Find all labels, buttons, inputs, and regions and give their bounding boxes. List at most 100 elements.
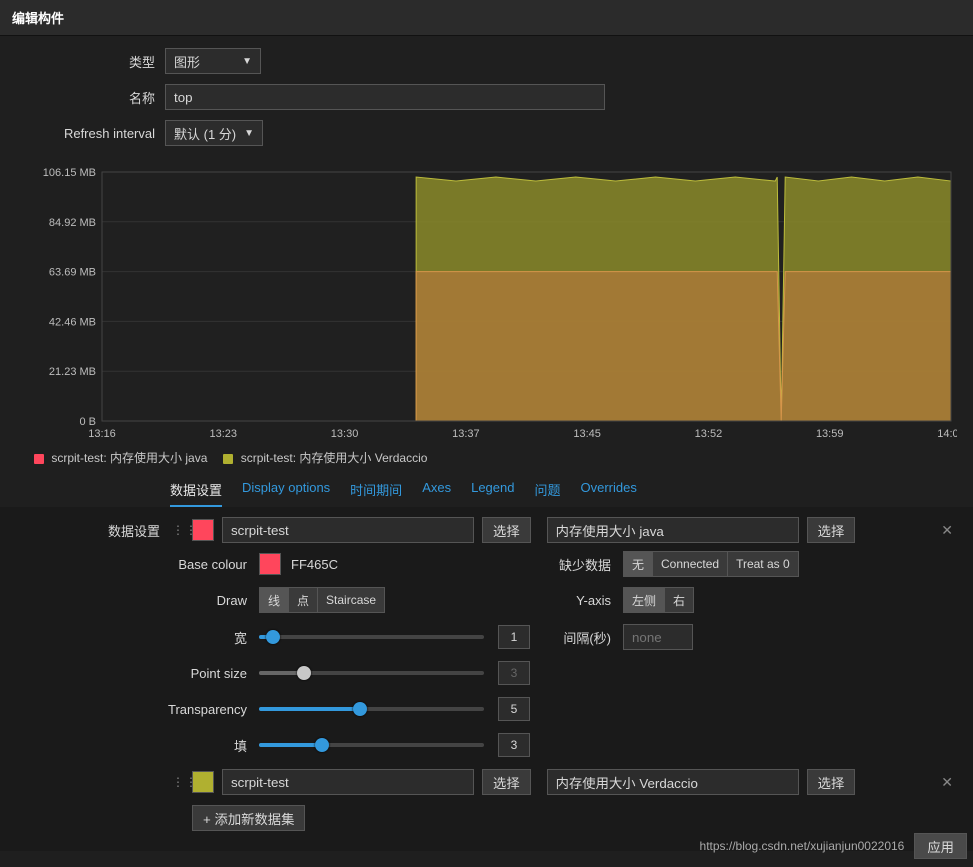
- fill-label: 填: [14, 736, 259, 755]
- add-dataset-button[interactable]: + 添加新数据集: [192, 805, 305, 831]
- legend-swatch-verdaccio: [223, 454, 233, 464]
- svg-text:13:37: 13:37: [452, 428, 480, 440]
- chevron-down-icon: ▼: [244, 128, 254, 139]
- svg-text:14:06: 14:06: [937, 428, 957, 440]
- chevron-down-icon: ▼: [242, 56, 252, 67]
- interval-label: 间隔(秒): [540, 628, 615, 647]
- data-section-label: 数据设置: [14, 521, 164, 540]
- base-colour-label: Base colour: [14, 557, 259, 572]
- refresh-select-value: 默认 (1 分): [174, 124, 236, 143]
- select-metric-1[interactable]: 选择: [807, 517, 856, 543]
- dataset-host-2[interactable]: [222, 769, 474, 795]
- dataset-row-2: ⋮⋮ 选择 选择 ✕: [14, 769, 959, 795]
- dataset-row-1: 数据设置 ⋮⋮ 选择 选择 ✕: [14, 517, 959, 543]
- svg-text:63.69 MB: 63.69 MB: [49, 267, 96, 279]
- svg-text:13:59: 13:59: [816, 428, 844, 440]
- yaxis-right[interactable]: 右: [665, 587, 694, 613]
- interval-input[interactable]: [623, 624, 693, 650]
- select-metric-2[interactable]: 选择: [807, 769, 856, 795]
- svg-text:21.23 MB: 21.23 MB: [49, 366, 96, 378]
- drag-handle-icon[interactable]: ⋮⋮: [172, 523, 184, 537]
- svg-text:106.15 MB: 106.15 MB: [43, 168, 96, 179]
- tab-axes[interactable]: Axes: [422, 480, 451, 507]
- fill-slider[interactable]: [259, 743, 484, 747]
- refresh-label: Refresh interval: [0, 126, 165, 141]
- svg-text:13:30: 13:30: [331, 428, 359, 440]
- tab-time[interactable]: 时间期间: [350, 480, 402, 507]
- slider-knob-icon[interactable]: [266, 630, 280, 644]
- editor-title: 编辑构件: [0, 0, 973, 36]
- pointsize-value: [498, 661, 530, 685]
- tab-overrides[interactable]: Overrides: [581, 480, 637, 507]
- type-label: 类型: [0, 52, 165, 71]
- missing-treat0[interactable]: Treat as 0: [728, 551, 799, 577]
- yaxis-label: Y-axis: [540, 593, 615, 608]
- top-form: 类型 图形 ▼ 名称 Refresh interval 默认 (1 分) ▼: [0, 36, 973, 164]
- slider-knob-icon[interactable]: [315, 738, 329, 752]
- close-icon[interactable]: ✕: [935, 774, 959, 791]
- width-slider[interactable]: [259, 635, 484, 639]
- fill-value[interactable]: [498, 733, 530, 757]
- legend-label-verdaccio: scrpit-test: 内存使用大小 Verdaccio: [241, 451, 428, 465]
- svg-text:84.92 MB: 84.92 MB: [49, 217, 96, 229]
- width-label: 宽: [14, 628, 259, 647]
- slider-knob-icon[interactable]: [353, 702, 367, 716]
- pointsize-slider[interactable]: [259, 671, 484, 675]
- add-dataset-row: + 添加新数据集: [14, 805, 959, 831]
- pointsize-label: Point size: [14, 666, 259, 681]
- draw-point[interactable]: 点: [289, 587, 318, 613]
- legend-label-java: scrpit-test: 内存使用大小 java: [51, 451, 207, 465]
- tab-data[interactable]: 数据设置: [170, 480, 222, 507]
- tab-display[interactable]: Display options: [242, 480, 330, 507]
- width-value[interactable]: [498, 625, 530, 649]
- dataset-metric-2[interactable]: [547, 769, 799, 795]
- missing-data-group: 无 Connected Treat as 0: [623, 551, 799, 577]
- type-select[interactable]: 图形 ▼: [165, 48, 261, 74]
- slider-knob-icon[interactable]: [297, 666, 311, 680]
- draw-label: Draw: [14, 593, 259, 608]
- refresh-select[interactable]: 默认 (1 分) ▼: [165, 120, 263, 146]
- tab-legend[interactable]: Legend: [471, 480, 514, 507]
- yaxis-group: 左侧 右: [623, 587, 694, 613]
- legend-item-verdaccio: scrpit-test: 内存使用大小 Verdaccio: [223, 449, 427, 466]
- select-host-1[interactable]: 选择: [482, 517, 531, 543]
- footer: https://blog.csdn.net/xujianjun0022016 应…: [700, 833, 967, 859]
- dataset-color-2[interactable]: [192, 771, 214, 793]
- legend-item-java: scrpit-test: 内存使用大小 java: [34, 449, 207, 466]
- dataset-color-1[interactable]: [192, 519, 214, 541]
- svg-text:42.46 MB: 42.46 MB: [49, 316, 96, 328]
- chart-legend: scrpit-test: 内存使用大小 java scrpit-test: 内存…: [12, 449, 961, 466]
- name-input[interactable]: [165, 84, 605, 110]
- transparency-value[interactable]: [498, 697, 530, 721]
- svg-text:13:52: 13:52: [695, 428, 723, 440]
- missing-none[interactable]: 无: [623, 551, 653, 577]
- settings-tabs: 数据设置 Display options 时间期间 Axes Legend 问题…: [0, 470, 973, 507]
- svg-text:13:45: 13:45: [573, 428, 601, 440]
- drag-handle-icon[interactable]: ⋮⋮: [172, 775, 184, 789]
- draw-group: 线 点 Staircase: [259, 587, 385, 613]
- apply-button[interactable]: 应用: [914, 833, 967, 859]
- legend-swatch-java: [34, 454, 44, 464]
- draw-line[interactable]: 线: [259, 587, 289, 613]
- svg-text:0 B: 0 B: [79, 416, 96, 428]
- yaxis-left[interactable]: 左侧: [623, 587, 665, 613]
- watermark: https://blog.csdn.net/xujianjun0022016: [700, 839, 905, 853]
- transparency-label: Transparency: [14, 702, 259, 717]
- missing-connected[interactable]: Connected: [653, 551, 728, 577]
- close-icon[interactable]: ✕: [935, 522, 959, 539]
- type-select-value: 图形: [174, 52, 200, 71]
- base-colour-swatch[interactable]: [259, 553, 281, 575]
- dataset-host-1[interactable]: [222, 517, 474, 543]
- select-host-2[interactable]: 选择: [482, 769, 531, 795]
- chart-area: 0 B 21.23 MB 42.46 MB 63.69 MB 84.92 MB 106.1…: [0, 164, 973, 470]
- base-colour-value: FF465C: [291, 557, 338, 572]
- memory-chart: 0 B 21.23 MB 42.46 MB 63.69 MB 84.92 MB 106.1…: [12, 168, 957, 443]
- name-label: 名称: [0, 88, 165, 107]
- draw-staircase[interactable]: Staircase: [318, 587, 385, 613]
- tab-problems[interactable]: 问题: [534, 480, 560, 507]
- dataset-metric-1[interactable]: [547, 517, 799, 543]
- transparency-slider[interactable]: [259, 707, 484, 711]
- svg-text:13:16: 13:16: [88, 428, 116, 440]
- settings-panel: 数据设置 ⋮⋮ 选择 选择 ✕ Base colour FF465C 缺少数据 …: [0, 507, 973, 851]
- svg-text:13:23: 13:23: [210, 428, 238, 440]
